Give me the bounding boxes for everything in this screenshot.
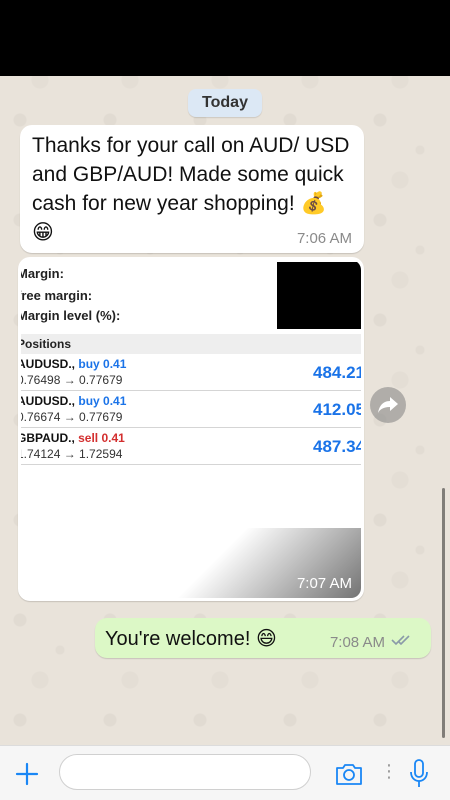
position-side: buy 0.41	[78, 394, 127, 408]
forward-button[interactable]	[370, 387, 406, 423]
date-pill: Today	[188, 89, 262, 117]
message-time: 7:06 AM	[296, 230, 352, 247]
position-side: buy 0.41	[78, 357, 127, 371]
camera-icon[interactable]	[334, 761, 364, 787]
position-profit: 412.05	[313, 400, 361, 419]
message-input[interactable]	[59, 754, 311, 790]
scrollbar[interactable]	[442, 488, 445, 738]
double-check-icon	[391, 635, 410, 646]
position-symbol: GBPAUD., sell 0.41	[21, 431, 125, 445]
position-row: AUDUSD., buy 0.41 0.76674 → 0.77679 412.…	[21, 391, 361, 428]
position-profit: 487.34	[313, 437, 361, 456]
margin-level-label: Margin level (%):	[21, 308, 121, 323]
header-redacted	[0, 0, 450, 76]
incoming-message-bubble[interactable]: Thanks for your call on AUD/ USD and GBP…	[20, 125, 364, 253]
message-time: 7:08 AM	[329, 634, 385, 651]
position-prices: 0.76498 → 0.77679	[21, 373, 123, 387]
positions-header: Positions	[21, 334, 361, 354]
message-text: You're welcome! 😄	[105, 628, 277, 650]
position-row: GBPAUD., sell 0.41 1.74124 → 1.72594 487…	[21, 428, 361, 465]
date-separator: Today	[0, 89, 450, 117]
message-time: 7:07 AM	[296, 575, 352, 592]
message-composer: ⋮	[0, 745, 450, 800]
position-side: sell 0.41	[78, 431, 125, 445]
margin-label: Margin:	[21, 266, 64, 281]
position-row: AUDUSD., buy 0.41 0.76498 → 0.77679 484.…	[21, 354, 361, 391]
position-prices: 1.74124 → 1.72594	[21, 447, 123, 461]
plus-icon[interactable]	[14, 761, 40, 787]
incoming-image-message[interactable]: Margin: free margin: Margin level (%): P…	[18, 257, 364, 601]
position-symbol: AUDUSD., buy 0.41	[21, 357, 127, 371]
outgoing-message-bubble[interactable]: You're welcome! 😄 7:08 AM	[95, 618, 431, 658]
trading-screenshot-image[interactable]: Margin: free margin: Margin level (%): P…	[21, 260, 361, 598]
position-prices: 0.76674 → 0.77679	[21, 410, 123, 424]
more-options-icon[interactable]: ⋮	[380, 761, 398, 787]
free-margin-label: free margin:	[21, 288, 93, 303]
forward-icon	[378, 397, 398, 413]
position-symbol: AUDUSD., buy 0.41	[21, 394, 127, 408]
redacted-values	[277, 262, 361, 329]
account-summary: Margin: free margin: Margin level (%):	[21, 260, 361, 335]
position-profit: 484.21	[313, 363, 361, 382]
microphone-icon[interactable]	[408, 758, 430, 790]
